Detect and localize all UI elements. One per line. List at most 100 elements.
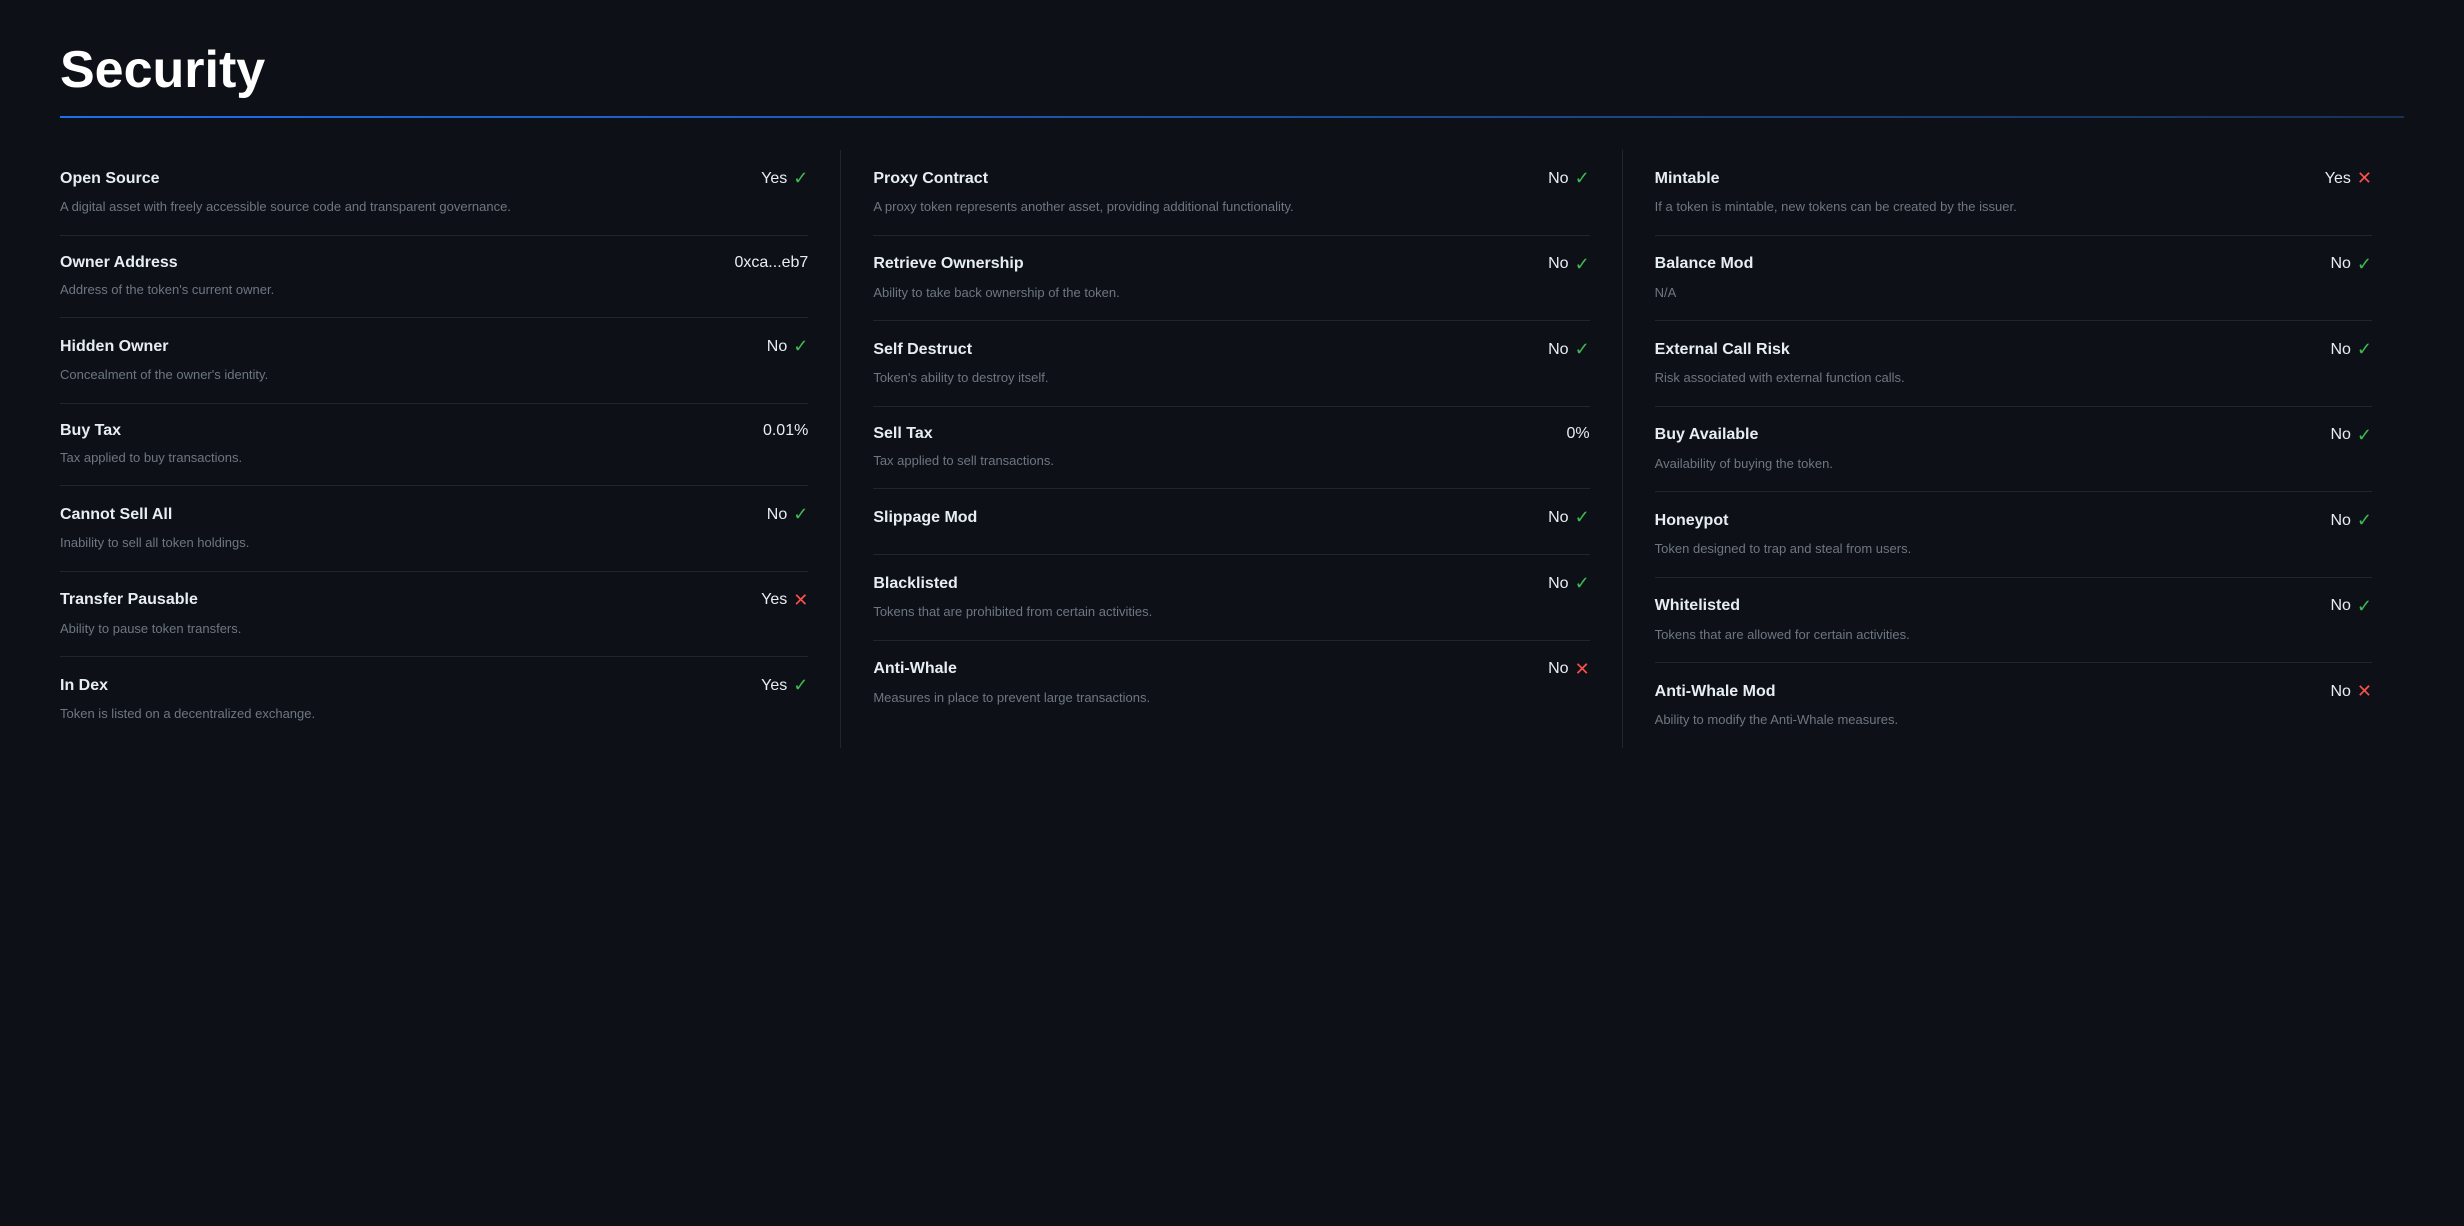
check-icon-honeypot: ✓ (2357, 510, 2372, 531)
item-desc-proxy-contract: A proxy token represents another asset, … (873, 197, 1589, 217)
item-value-anti-whale-mod: No✕ (2330, 681, 2372, 702)
item-label-whitelisted: Whitelisted (1655, 597, 1740, 615)
column-1: Open SourceYes✓A digital asset with free… (60, 150, 841, 748)
item-value-text-buy-tax: 0.01% (763, 422, 808, 440)
item-value-text-cannot-sell-all: No (767, 506, 787, 524)
security-item-mintable: Mintable Yes ✕ If a token is mintable, new … (1655, 150, 2372, 236)
item-desc-buy-available: Availability of buying the token. (1655, 454, 2372, 474)
item-desc-sell-tax: Tax applied to sell transactions. (873, 451, 1589, 471)
item-label-buy-tax: Buy Tax (60, 422, 121, 440)
item-desc-honeypot: Token designed to trap and steal from us… (1655, 539, 2372, 559)
security-item-sell-tax: Sell Tax 0% Tax applied to sell transactio… (873, 407, 1589, 490)
item-value-text-sell-tax: 0% (1567, 425, 1590, 443)
item-value-cannot-sell-all: No✓ (767, 504, 809, 525)
check-icon-open-source: ✓ (793, 168, 808, 189)
item-header-hidden-owner: Hidden OwnerNo✓ (60, 336, 808, 357)
item-header-whitelisted: Whitelisted No ✓ (1655, 596, 2372, 617)
x-icon-transfer-pausable: ✕ (793, 590, 808, 611)
check-icon-external-call-risk: ✓ (2357, 339, 2372, 360)
security-item-hidden-owner: Hidden OwnerNo✓ Concealment of the owner'… (60, 318, 808, 404)
item-header-open-source: Open SourceYes✓ (60, 168, 808, 189)
item-desc-whitelisted: Tokens that are allowed for certain acti… (1655, 625, 2372, 645)
item-value-text-slippage-mod: No (1548, 509, 1568, 527)
item-header-buy-available: Buy AvailableNo✓ (1655, 425, 2372, 446)
item-value-open-source: Yes ✓ (761, 168, 808, 189)
item-label-sell-tax: Sell Tax (873, 425, 932, 443)
security-item-blacklisted: BlacklistedNo✓Tokens that are prohibited… (873, 555, 1589, 641)
item-label-proxy-contract: Proxy Contract (873, 170, 988, 188)
item-desc-buy-tax: Tax applied to buy transactions. (60, 448, 808, 468)
item-desc-balance-mod: N/A (1655, 283, 2372, 303)
item-value-anti-whale: No ✕ (1548, 659, 1590, 680)
item-value-mintable: Yes ✕ (2325, 168, 2372, 189)
item-label-owner-address: Owner Address (60, 254, 178, 272)
item-label-retrieve-ownership: Retrieve Ownership (873, 255, 1023, 273)
item-desc-hidden-owner: Concealment of the owner's identity. (60, 365, 808, 385)
item-value-text-owner-address: 0xca...eb7 (735, 254, 809, 272)
item-header-honeypot: Honeypot No ✓ (1655, 510, 2372, 531)
item-label-blacklisted: Blacklisted (873, 575, 957, 593)
item-value-text-transfer-pausable: Yes (761, 591, 787, 609)
item-label-transfer-pausable: Transfer Pausable (60, 591, 198, 609)
item-header-cannot-sell-all: Cannot Sell AllNo✓ (60, 504, 808, 525)
security-item-open-source: Open SourceYes✓A digital asset with free… (60, 150, 808, 236)
item-header-in-dex: In Dex Yes ✓ (60, 675, 808, 696)
item-value-buy-tax: 0.01% (763, 422, 808, 440)
item-label-buy-available: Buy Available (1655, 426, 1759, 444)
item-header-blacklisted: Blacklisted No✓ (873, 573, 1589, 594)
item-value-text-open-source: Yes (761, 170, 787, 188)
check-icon-balance-mod: ✓ (2357, 254, 2372, 275)
item-header-proxy-contract: Proxy Contract No✓ (873, 168, 1589, 189)
check-icon-in-dex: ✓ (793, 675, 808, 696)
item-value-external-call-risk: No ✓ (2330, 339, 2372, 360)
section-divider (60, 116, 2404, 118)
item-value-text-mintable: Yes (2325, 170, 2351, 188)
security-item-anti-whale: Anti-Whale No ✕ Measures in place to preven… (873, 641, 1589, 726)
item-desc-in-dex: Token is listed on a decentralized excha… (60, 704, 808, 724)
item-value-text-anti-whale: No (1548, 660, 1568, 678)
item-header-sell-tax: Sell Tax 0% (873, 425, 1589, 443)
item-label-balance-mod: Balance Mod (1655, 255, 1754, 273)
item-label-mintable: Mintable (1655, 170, 1720, 188)
item-value-text-honeypot: No (2330, 512, 2350, 530)
item-value-blacklisted: No✓ (1548, 573, 1590, 594)
item-header-buy-tax: Buy Tax 0.01% (60, 422, 808, 440)
security-item-in-dex: In Dex Yes ✓ Token is listed on a decentral… (60, 657, 808, 742)
item-desc-owner-address: Address of the token's current owner. (60, 280, 808, 300)
item-value-text-external-call-risk: No (2330, 341, 2350, 359)
security-item-honeypot: Honeypot No ✓ Token designed to trap and st… (1655, 492, 2372, 578)
item-label-in-dex: In Dex (60, 677, 108, 695)
check-icon-whitelisted: ✓ (2357, 596, 2372, 617)
x-icon-anti-whale: ✕ (1575, 659, 1590, 680)
item-desc-anti-whale-mod: Ability to modify the Anti-Whale measure… (1655, 710, 2372, 730)
check-icon-self-destruct: ✓ (1575, 339, 1590, 360)
security-item-slippage-mod: Slippage ModNo✓ (873, 489, 1589, 555)
security-item-buy-tax: Buy Tax 0.01% Tax applied to buy transacti… (60, 404, 808, 487)
item-desc-anti-whale: Measures in place to prevent large trans… (873, 688, 1589, 708)
item-desc-transfer-pausable: Ability to pause token transfers. (60, 619, 808, 639)
item-label-slippage-mod: Slippage Mod (873, 509, 977, 527)
item-value-self-destruct: No✓ (1548, 339, 1590, 360)
item-value-text-in-dex: Yes (761, 677, 787, 695)
item-header-retrieve-ownership: Retrieve OwnershipNo✓ (873, 254, 1589, 275)
page-title: Security (60, 40, 2404, 100)
item-value-text-hidden-owner: No (767, 338, 787, 356)
item-label-self-destruct: Self Destruct (873, 341, 972, 359)
item-value-balance-mod: No✓ (2330, 254, 2372, 275)
item-value-text-anti-whale-mod: No (2330, 683, 2350, 701)
item-label-external-call-risk: External Call Risk (1655, 341, 1790, 359)
item-value-sell-tax: 0% (1567, 425, 1590, 443)
check-icon-retrieve-ownership: ✓ (1575, 254, 1590, 275)
item-value-proxy-contract: No✓ (1548, 168, 1590, 189)
item-header-mintable: Mintable Yes ✕ (1655, 168, 2372, 189)
item-header-balance-mod: Balance Mod No✓ (1655, 254, 2372, 275)
check-icon-proxy-contract: ✓ (1575, 168, 1590, 189)
item-label-anti-whale: Anti-Whale (873, 660, 957, 678)
item-desc-mintable: If a token is mintable, new tokens can b… (1655, 197, 2372, 217)
item-value-text-whitelisted: No (2330, 597, 2350, 615)
item-value-in-dex: Yes ✓ (761, 675, 808, 696)
item-header-anti-whale: Anti-Whale No ✕ (873, 659, 1589, 680)
item-label-honeypot: Honeypot (1655, 512, 1729, 530)
x-icon-mintable: ✕ (2357, 168, 2372, 189)
item-header-transfer-pausable: Transfer Pausable Yes ✕ (60, 590, 808, 611)
